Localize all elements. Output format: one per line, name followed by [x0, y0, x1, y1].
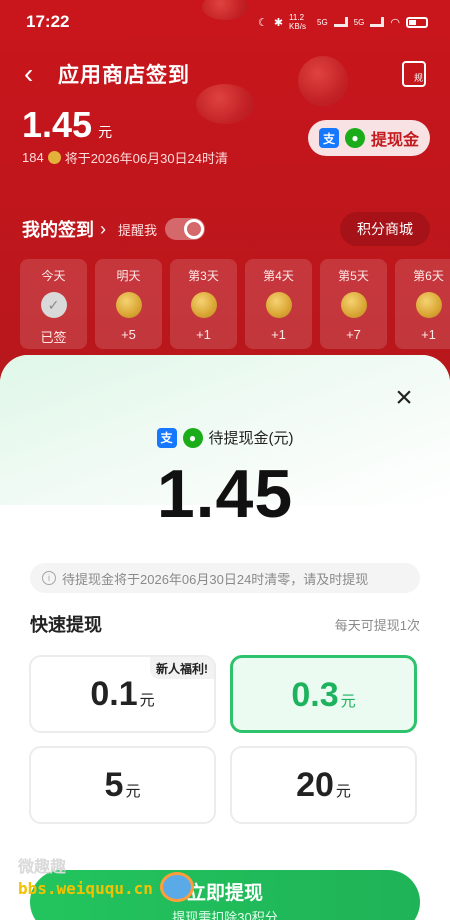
alipay-icon: 支 — [156, 427, 177, 448]
signal-label: 5G — [353, 17, 365, 27]
day-label: 第3天 — [188, 269, 219, 283]
cash-balance: 1.45 元 — [22, 104, 112, 146]
info-icon: i — [42, 571, 56, 585]
wechat-icon: ● — [182, 427, 203, 448]
quick-withdraw-title: 快速提现 — [30, 615, 102, 635]
points-expiry: 将于2026年06月30日24时清 — [64, 151, 229, 166]
newbie-bonus-tag: 新人福利! — [150, 657, 214, 679]
coin-icon — [115, 292, 142, 318]
pending-cash-header: 支 ● 待提现金(元) — [0, 427, 450, 448]
signal-icon — [333, 17, 348, 27]
wifi-icon: ◠ — [390, 16, 400, 29]
status-time: 17:22 — [26, 12, 70, 31]
nav-bar: ‹ 应用商店签到 规 — [0, 52, 450, 96]
day-label: 明天 — [116, 269, 141, 283]
page-title: 应用商店签到 — [58, 64, 190, 87]
net-speed: 11.2 KB/s — [289, 13, 306, 31]
day-label: 第5天 — [338, 269, 369, 283]
coin-icon — [340, 292, 367, 318]
bluetooth-icon: ✱ — [273, 16, 284, 29]
sign-day-card[interactable]: 第4天 +1 — [245, 259, 312, 349]
rules-icon-text: 规 — [413, 73, 423, 83]
expiry-notice: i 待提现金将于2026年06月30日24时清零，请及时提现 — [30, 563, 420, 593]
coin-icon — [415, 292, 442, 318]
withdraw-option-selected[interactable]: 0.3 元 — [230, 655, 417, 733]
watermark-name: 微趣趣 — [18, 859, 67, 876]
watermark-url: bbs.weiququ.cn — [18, 879, 153, 898]
signal-icon — [370, 17, 385, 27]
withdraw-option[interactable]: 0.1 元 新人福利! — [29, 655, 216, 733]
points-mall-button[interactable]: 积分商城 — [340, 212, 430, 246]
battery-icon — [406, 16, 428, 28]
day-label: 第6天 — [413, 269, 444, 283]
withdraw-cost-note: 提现需扣除30积分 — [172, 910, 278, 920]
signal-label: 5G — [317, 17, 328, 27]
day-reward: +1 — [271, 327, 286, 342]
close-icon[interactable]: × — [389, 383, 419, 415]
my-sign-header: 我的签到 › 提醒我 — [22, 216, 206, 242]
option-value: 5 — [104, 766, 124, 804]
option-unit: 元 — [125, 783, 141, 800]
quick-withdraw-note: 每天可提现1次 — [334, 618, 420, 633]
withdraw-cash-label: 提现金 — [370, 132, 419, 149]
sign-day-card[interactable]: 今天 ✓ 已签 — [20, 259, 87, 349]
my-sign-title[interactable]: 我的签到 — [22, 216, 94, 242]
chevron-right-icon[interactable]: › — [100, 219, 106, 240]
option-value: 20 — [296, 766, 334, 804]
option-value: 0.3 — [291, 676, 339, 714]
remind-toggle[interactable] — [165, 218, 206, 240]
status-icons: ☾ ✱ 11.2 KB/s 5G 5G ◠ — [258, 13, 428, 31]
moon-icon: ☾ — [257, 16, 268, 29]
sign-day-card[interactable]: 第5天 +7 — [320, 259, 387, 349]
option-unit: 元 — [139, 692, 155, 709]
day-label: 第4天 — [263, 269, 294, 283]
alipay-icon: 支 — [318, 128, 339, 148]
swim-ring-icon — [160, 872, 194, 902]
day-label: 今天 — [41, 269, 66, 283]
withdraw-cash-button[interactable]: 支 ● 提现金 — [308, 120, 430, 156]
points-line: 184 将于2026年06月30日24时清 — [22, 148, 228, 167]
wechat-icon: ● — [344, 128, 365, 148]
withdraw-sheet: × 支 ● 待提现金(元) 1.45 i 待提现金将于2026年06月30日24… — [0, 355, 450, 920]
withdraw-option[interactable]: 20 元 — [230, 746, 417, 824]
option-unit: 元 — [335, 783, 351, 800]
points-coin-icon — [47, 151, 61, 164]
sign-days-row: 今天 ✓ 已签 明天 +5 第3天 +1 第4天 +1 第5天 +7 第6天 +… — [20, 259, 450, 349]
sign-day-card[interactable]: 明天 +5 — [95, 259, 162, 349]
day-reward: +7 — [346, 327, 361, 342]
rules-icon[interactable]: 规 — [402, 61, 426, 87]
withdraw-option[interactable]: 5 元 — [29, 746, 216, 824]
pending-cash-amount: 1.45 — [156, 456, 294, 532]
sign-day-card[interactable]: 第6天 +1 — [395, 259, 450, 349]
balance-amount: 1.45 — [22, 104, 93, 145]
option-value: 0.1 — [90, 675, 138, 713]
back-icon[interactable]: ‹ — [24, 60, 58, 88]
balance-unit: 元 — [98, 124, 113, 140]
status-bar: 17:22 ☾ ✱ 11.2 KB/s 5G 5G ◠ — [0, 0, 450, 44]
check-icon: ✓ — [40, 292, 67, 318]
pending-cash-label: 待提现金(元) — [208, 430, 294, 447]
withdraw-now-label: 立即提现 — [186, 883, 263, 904]
coin-icon — [190, 292, 217, 318]
day-reward: 已签 — [40, 330, 67, 345]
toggle-knob — [184, 219, 205, 239]
remind-label: 提醒我 — [118, 222, 158, 238]
option-unit: 元 — [340, 693, 356, 710]
points-value: 184 — [22, 150, 44, 165]
coin-icon — [265, 292, 292, 318]
sign-day-card[interactable]: 第3天 +1 — [170, 259, 237, 349]
expiry-notice-text: 待提现金将于2026年06月30日24时清零，请及时提现 — [62, 571, 369, 587]
day-reward: +1 — [421, 327, 436, 342]
day-reward: +5 — [121, 327, 136, 342]
day-reward: +1 — [196, 327, 211, 342]
